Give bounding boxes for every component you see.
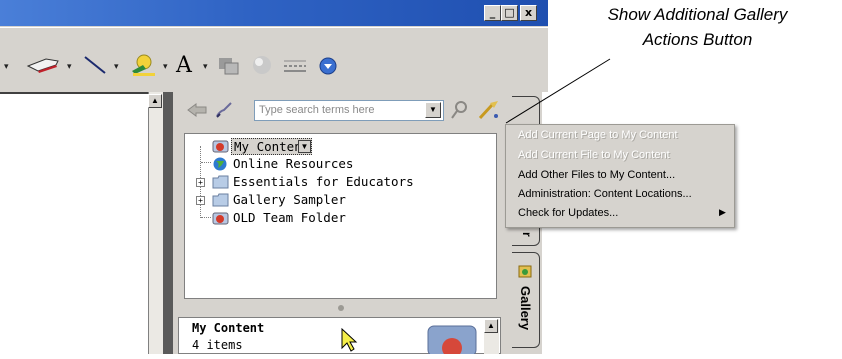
callout-line-1: Show Additional Gallery [607,5,788,24]
menu-item-add-current-page[interactable]: Add Current Page to My Content [518,129,678,142]
menu-item-add-other-files[interactable]: Add Other Files to My Content... [518,169,675,182]
search-input[interactable]: Type search terms here [254,100,444,121]
tab-gallery-label: Gallery [518,286,533,331]
details-title: My Content [192,321,265,335]
globe-icon [212,156,228,171]
tab-partial-label: r [520,232,534,237]
3d-effects-icon[interactable] [249,54,275,76]
tree-connector [201,162,211,164]
pane-splitter[interactable] [163,92,173,354]
search-icon[interactable] [450,100,468,120]
back-arrow-icon[interactable] [186,102,208,118]
submenu-arrow-icon: ▶ [719,208,726,218]
menu-item-add-current-file[interactable]: Add Current File to My Content [518,149,670,162]
details-scroll-up-button[interactable]: ▲ [484,319,498,333]
font-color-icon[interactable]: A [176,55,192,77]
gallery-tab-icon [518,264,532,278]
folder-icon [212,174,229,189]
menu-item-check-for-updates[interactable]: Check for Updates... [518,207,618,220]
show-additional-gallery-actions-button[interactable] [476,99,502,121]
tree-item-essentials-for-educators[interactable]: Essentials for Educators [233,174,414,189]
my-content-folder-icon [212,138,229,153]
mouse-cursor-icon [340,327,358,352]
callout-line-2: Actions Button [642,30,753,49]
shape-eraser-icon[interactable] [26,55,60,73]
team-folder-icon [212,210,229,225]
toolbar-dropdown-arrow[interactable]: ▾ [4,62,9,72]
line-style-icon[interactable] [282,57,308,75]
arrange-icon[interactable] [217,56,241,76]
toolbar-divider [0,27,548,28]
tree-item-gallery-sampler[interactable]: Gallery Sampler [233,192,346,207]
download-icon[interactable] [318,56,338,76]
fill-color-icon[interactable] [129,53,157,77]
scroll-up-button[interactable]: ▲ [148,94,162,108]
document-area [0,92,148,354]
tree-item-dropdown-button[interactable]: ▼ [298,140,311,153]
search-dropdown-button[interactable]: ▼ [425,102,441,118]
menu-item-administration-content-locations[interactable]: Administration: Content Locations... [518,188,692,201]
pencil-icon[interactable] [214,101,234,119]
close-button[interactable]: x [520,5,537,21]
expand-toggle[interactable]: + [196,178,205,187]
callout-leader-line [505,58,611,124]
line-icon[interactable] [82,54,108,76]
document-top-border [0,92,148,94]
toolbar-dropdown-arrow[interactable]: ▾ [67,62,72,72]
vertical-scrollbar[interactable] [148,92,163,354]
toolbar-dropdown-arrow[interactable]: ▾ [114,62,119,72]
expand-toggle[interactable]: + [196,196,205,205]
tree-item-old-team-folder[interactable]: OLD Team Folder [233,210,346,225]
maximize-button[interactable]: □ [501,5,518,21]
details-count: 4 items [192,338,243,352]
content-preview-icon [426,322,478,358]
folder-icon [212,192,229,207]
minimize-button[interactable]: _ [484,5,501,21]
toolbar-dropdown-arrow[interactable]: ▾ [163,62,168,72]
tree-item-online-resources[interactable]: Online Resources [233,156,353,171]
toolbar-dropdown-arrow[interactable]: ▾ [203,62,208,72]
tree-connector [201,217,211,219]
callout-annotation: Show Additional Gallery Actions Button [555,2,840,52]
splitter-grip[interactable] [338,305,344,311]
window-title-bar [0,0,548,26]
